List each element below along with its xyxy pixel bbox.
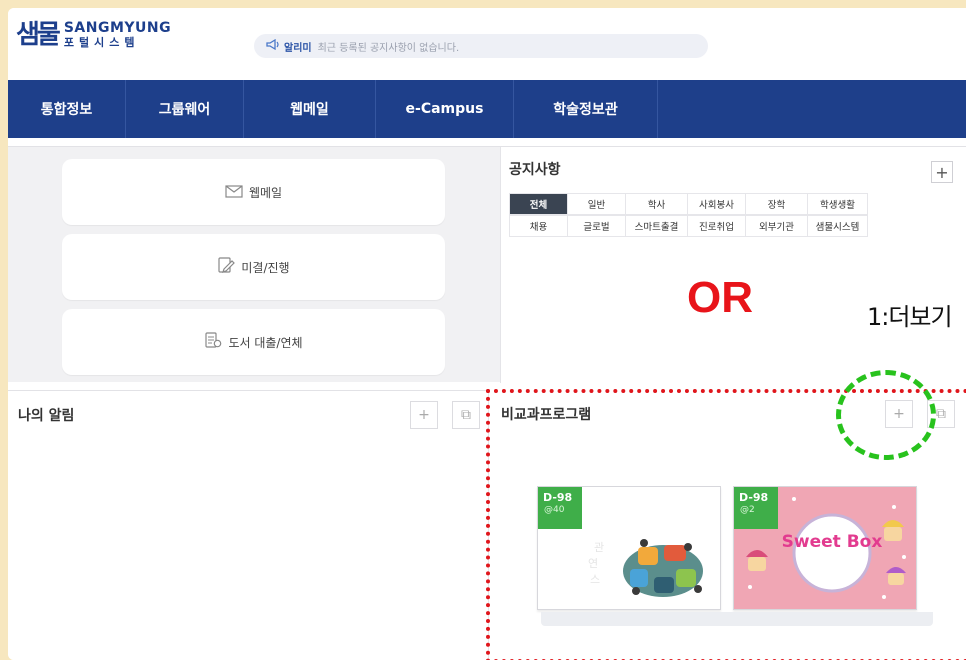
tab-volunteer[interactable]: 사회봉사 xyxy=(687,193,746,215)
tab-student-life[interactable]: 학생생활 xyxy=(807,193,868,215)
dday-label: D-98 xyxy=(739,491,769,504)
notice-bar[interactable]: 알리미 최근 등록된 공지사항이 없습니다. xyxy=(254,34,708,58)
tab-smart-attendance[interactable]: 스마트출결 xyxy=(625,215,688,237)
participant-count: @2 xyxy=(740,505,755,515)
pending-approval-label: 미결/진행 xyxy=(241,260,290,275)
tab-general[interactable]: 일반 xyxy=(567,193,626,215)
extracurricular-title: 비교과프로그램 xyxy=(501,407,592,423)
logo-text: SANGMYUNG 포털시스템 xyxy=(64,20,171,50)
tab-scholarship[interactable]: 장학 xyxy=(745,193,808,215)
dday-badge: D-98 @2 xyxy=(734,487,778,529)
tab-saemmul-system[interactable]: 샘물시스템 xyxy=(807,215,868,237)
library-loan-button[interactable]: 도서 대출/연체 xyxy=(62,309,445,375)
alerts-plus-button[interactable]: + xyxy=(410,401,438,429)
program-card[interactable]: 관 연 스 D-98 @40 xyxy=(537,486,721,610)
extracurricular-plus-button[interactable]: + xyxy=(885,400,913,428)
nav-item-library[interactable]: 학술정보관 xyxy=(514,80,658,138)
portal-window: 샘물 SANGMYUNG 포털시스템 알리미 최근 등록된 공지사항이 없습니다… xyxy=(8,8,966,660)
book-loan-icon xyxy=(204,331,222,353)
pending-approval-button[interactable]: 미결/진행 xyxy=(62,234,445,300)
tab-recruitment[interactable]: 채용 xyxy=(509,215,568,237)
my-alerts-title: 나의 알림 xyxy=(18,408,75,424)
tab-career[interactable]: 진로취업 xyxy=(687,215,746,237)
envelope-icon xyxy=(225,183,243,202)
nav-item-webmail[interactable]: 웹메일 xyxy=(244,80,376,138)
tab-academic[interactable]: 학사 xyxy=(625,193,688,215)
library-loan-label: 도서 대출/연체 xyxy=(228,335,303,350)
svg-text:관: 관 xyxy=(594,541,604,554)
nav-item-integrated-info[interactable]: 통합정보 xyxy=(8,80,126,138)
logo[interactable]: 샘물 SANGMYUNG 포털시스템 xyxy=(16,20,171,50)
dday-badge: D-98 @40 xyxy=(538,487,582,529)
my-alerts-panel: 나의 알림 + ⧉ xyxy=(8,390,488,660)
notice-panel: 공지사항 + 전체 일반 학사 사회봉사 장학 학생생활 채용 글로벌 스마트출… xyxy=(500,147,966,383)
svg-text:연: 연 xyxy=(588,557,598,570)
notice-text: 최근 등록된 공지사항이 없습니다. xyxy=(317,42,460,54)
alerts-popup-button[interactable]: ⧉ xyxy=(452,401,480,429)
participant-count: @40 xyxy=(544,505,565,515)
nav-item-ecampus[interactable]: e-Campus xyxy=(376,80,514,138)
webmail-shortcut-label: 웹메일 xyxy=(248,185,283,200)
extracurricular-panel: 비교과프로그램 + ⧉ 관 연 스 D-98 @40 Sweet Box D-9… xyxy=(488,390,966,660)
notice-panel-title: 공지사항 xyxy=(509,162,561,178)
header: 샘물 SANGMYUNG 포털시스템 알리미 최근 등록된 공지사항이 없습니다… xyxy=(8,8,966,80)
sweet-box-text: Sweet Box xyxy=(782,532,883,552)
notice-label: 알리미 xyxy=(284,42,312,54)
dday-label: D-98 xyxy=(543,491,573,504)
annotation-more-text: 1:더보기 xyxy=(867,303,953,331)
annotation-or-text: OR xyxy=(687,273,753,322)
quick-panel: 웹메일 미결/진행 도서 대출/연체 공지사항 + 전체 일반 학사 사회봉사 … xyxy=(8,146,966,383)
logo-english: SANGMYUNG xyxy=(63,20,172,36)
notice-category-tabs: 전체 일반 학사 사회봉사 장학 학생생활 채용 글로벌 스마트출결 진로취업 … xyxy=(509,193,868,237)
megaphone-icon xyxy=(266,38,280,53)
svg-text:스: 스 xyxy=(590,573,600,586)
logo-korean: 포털시스템 xyxy=(63,36,140,49)
main-nav: 통합정보 그룹웨어 웹메일 e-Campus 학술정보관 xyxy=(8,80,966,138)
carousel-shelf xyxy=(541,612,933,626)
edit-document-icon xyxy=(217,256,236,278)
tab-external[interactable]: 외부기관 xyxy=(745,215,808,237)
webmail-shortcut-button[interactable]: 웹메일 xyxy=(62,159,445,225)
nav-item-groupware[interactable]: 그룹웨어 xyxy=(126,80,244,138)
notice-more-button[interactable]: + xyxy=(931,161,953,183)
tab-global[interactable]: 글로벌 xyxy=(567,215,626,237)
extracurricular-popup-button[interactable]: ⧉ xyxy=(927,400,955,428)
tab-all[interactable]: 전체 xyxy=(509,193,568,215)
program-card[interactable]: Sweet Box D-98 @2 xyxy=(733,486,917,610)
logo-mark: 샘물 xyxy=(16,20,61,50)
